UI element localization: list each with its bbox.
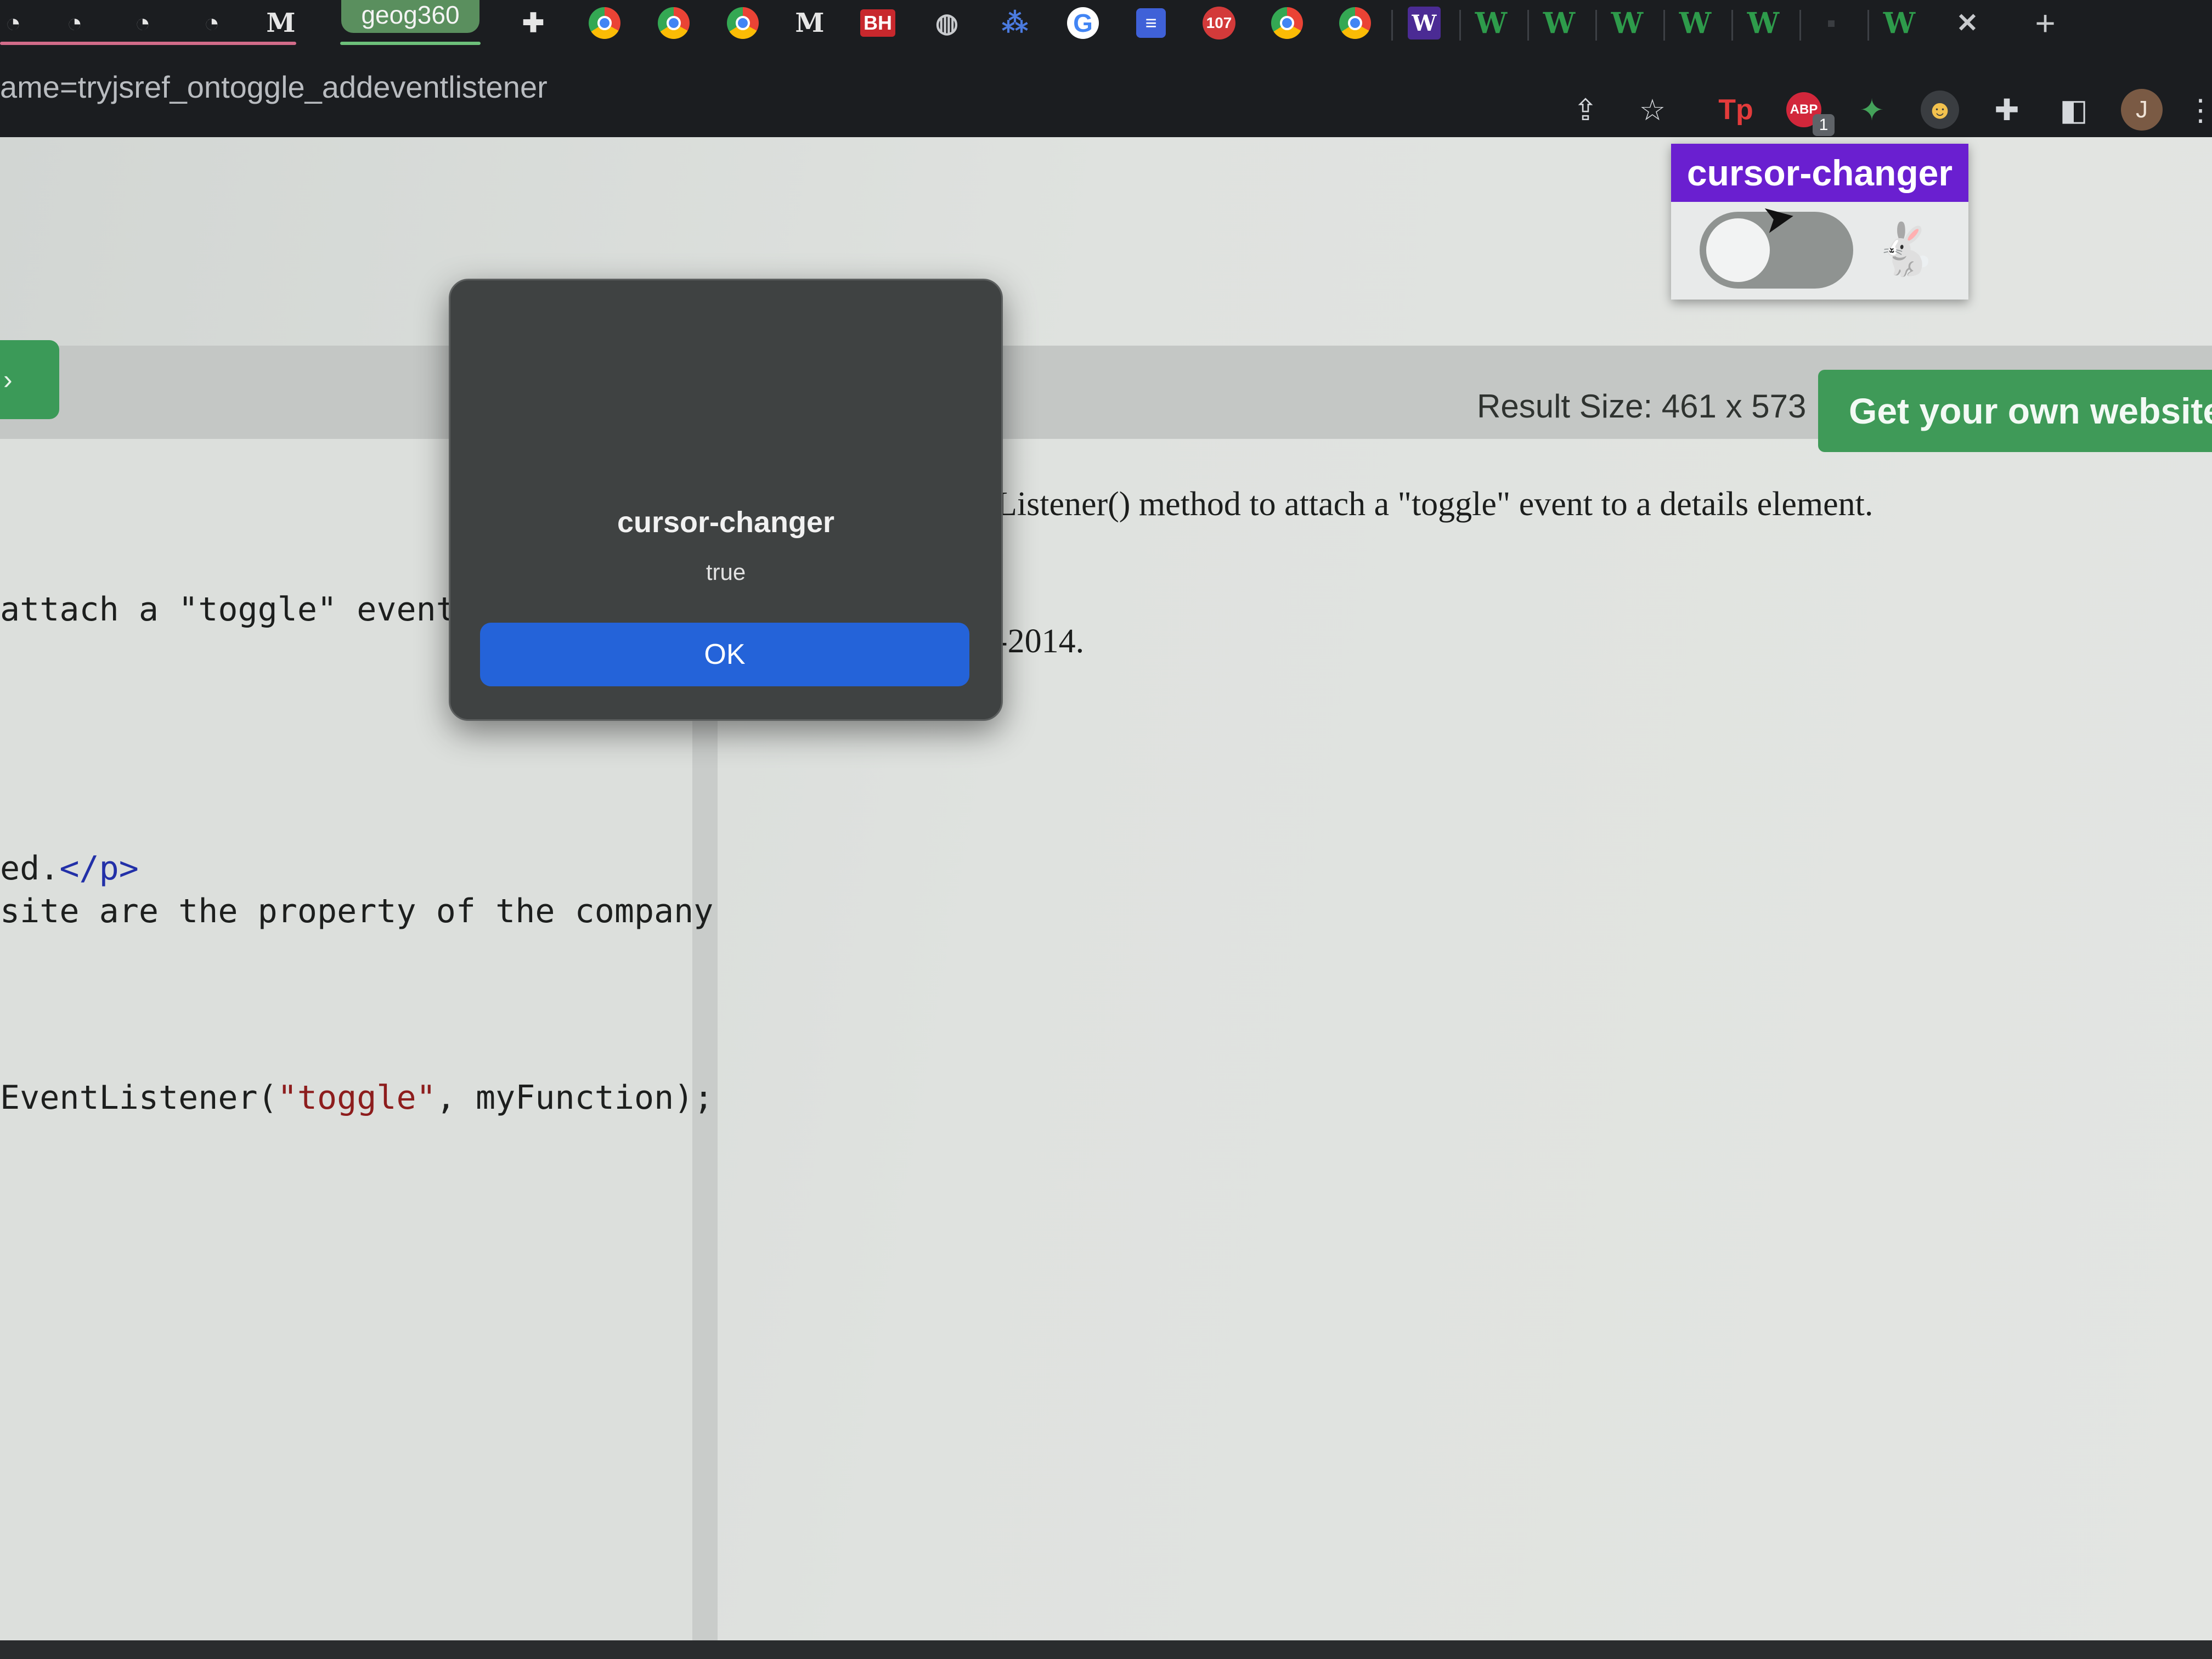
w-icon[interactable]: W — [1403, 2, 1445, 44]
code-text: EventListener( — [0, 1079, 278, 1117]
side-panel-icon[interactable]: ◧ — [2052, 88, 2096, 132]
tab-separator — [1459, 10, 1461, 41]
chevron-right-icon: › — [3, 364, 13, 395]
w3-icon[interactable]: W — [1674, 2, 1716, 44]
tab-favicon-icon[interactable]: ▪ — [1810, 2, 1852, 44]
chrome-icon[interactable] — [1266, 2, 1308, 44]
tab-strip: ◔ ◔ ◔ ◔ M geog360 ✚ M BH ◍ ⁂ G ≡ 107 W W… — [0, 0, 2212, 60]
w3-icon[interactable]: W — [1470, 2, 1512, 44]
medium-icon[interactable]: M — [260, 2, 302, 44]
puzzle-icon[interactable]: ✚ — [512, 2, 554, 44]
github-icon[interactable]: ◔ — [122, 2, 163, 44]
chrome-icon[interactable] — [584, 2, 625, 44]
ok-button[interactable]: OK — [480, 623, 969, 686]
github-icon[interactable]: ◔ — [191, 2, 233, 44]
chrome-icon[interactable] — [653, 2, 695, 44]
list-icon[interactable]: ≡ — [1130, 2, 1172, 44]
code-line: EventListener("toggle", myFunction); — [0, 1079, 713, 1117]
tab-group-underline — [340, 42, 481, 45]
runner-extension-icon[interactable]: ✦ — [1850, 88, 1894, 132]
get-your-own-website-button[interactable]: Get your own website — [1818, 370, 2212, 452]
w3-icon[interactable]: W — [1606, 2, 1648, 44]
code-tag: </p> — [59, 849, 139, 888]
result-description-text: Listener() method to attach a "toggle" e… — [996, 486, 1874, 523]
share-icon[interactable]: ⇪ — [1564, 88, 1607, 132]
zb-icon[interactable]: ⁂ — [994, 2, 1036, 44]
tab-separator — [1663, 10, 1665, 41]
chrome-icon[interactable] — [722, 2, 764, 44]
code-text: attach a "toggle" event — [0, 590, 456, 629]
extension-popup: cursor-changer ➤ 🐇 — [1671, 144, 1968, 300]
code-line: attach a "toggle" event — [0, 590, 456, 629]
tab-separator — [1731, 10, 1733, 41]
code-text: site are the property of the company — [0, 892, 714, 930]
rabbit-cursor-icon[interactable]: 🐇 — [1870, 219, 1941, 280]
abp-badge-count: 1 — [1813, 114, 1835, 136]
profile-avatar[interactable]: J — [2120, 88, 2164, 132]
w3-icon[interactable]: W — [1538, 2, 1580, 44]
new-tab-icon[interactable]: + — [2024, 2, 2066, 44]
avatar: J — [2121, 89, 2163, 131]
result-year-text: -2014. — [996, 623, 1085, 660]
w-label: W — [1408, 7, 1441, 40]
medium-icon[interactable]: M — [789, 2, 831, 44]
tab-separator — [1527, 10, 1529, 41]
result-size-label: Result Size: 461 x 573 — [1477, 388, 1807, 425]
bh-icon[interactable]: BH — [857, 2, 899, 44]
tab-separator — [1595, 10, 1597, 41]
extensions-puzzle-icon[interactable]: ✚ — [1985, 88, 2029, 132]
code-line: site are the property of the company — [0, 892, 713, 930]
globe-icon[interactable]: ◍ — [926, 2, 968, 44]
menu-kebab-icon[interactable]: ⋮ — [2186, 88, 2212, 132]
code-string: "toggle" — [277, 1079, 436, 1117]
tab-separator — [1867, 10, 1869, 41]
bookmark-star-icon[interactable]: ☆ — [1630, 88, 1674, 132]
bottom-edge — [0, 1640, 2212, 1659]
pane-divider[interactable] — [692, 686, 718, 1659]
tab-separator — [1391, 10, 1393, 41]
calendar-label: 107 — [1203, 7, 1235, 40]
w3-icon[interactable]: W — [1878, 2, 1920, 44]
code-line: ed.</p> — [0, 849, 139, 888]
code-text: , myFunction); — [436, 1079, 714, 1117]
tab-geog360[interactable]: geog360 — [341, 0, 479, 33]
dialog-title: cursor-changer — [617, 506, 835, 539]
cursor-changer-extension-icon[interactable]: ☻ — [1918, 88, 1962, 132]
close-tab-icon[interactable]: ✕ — [1946, 2, 1988, 44]
alert-dialog: cursor-changer true OK — [449, 279, 1003, 721]
chrome-icon[interactable] — [1334, 2, 1376, 44]
google-icon[interactable]: G — [1062, 2, 1104, 44]
github-icon[interactable]: ◔ — [54, 2, 95, 44]
w3-icon[interactable]: W — [1742, 2, 1784, 44]
tp-extension-icon[interactable]: Tp — [1714, 88, 1758, 132]
dialog-message: true — [706, 559, 746, 585]
github-icon[interactable]: ◔ — [0, 2, 34, 44]
tab-separator — [1799, 10, 1801, 41]
code-text: ed. — [0, 849, 60, 888]
toggle-knob — [1706, 218, 1770, 282]
extension-popup-title: cursor-changer — [1671, 144, 1968, 202]
bh-label: BH — [860, 9, 895, 37]
address-bar[interactable]: ame=tryjsref_ontoggle_addeventlistener — [0, 69, 548, 105]
tab-group-underline — [0, 42, 296, 45]
calendar-icon[interactable]: 107 — [1198, 2, 1240, 44]
run-button[interactable]: › — [0, 340, 59, 419]
